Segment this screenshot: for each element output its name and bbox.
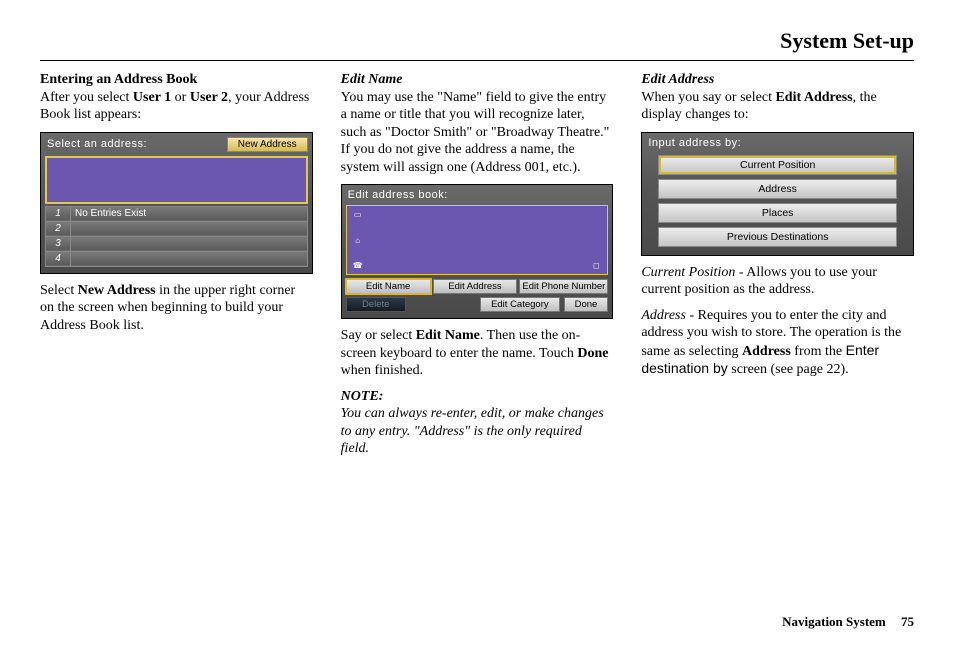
shot2-title: Edit address book: bbox=[346, 189, 448, 201]
delete-button: Delete bbox=[346, 297, 406, 312]
shot2-body: ▭ ⌂ ☎ ◻ bbox=[346, 205, 609, 275]
shot2-btns-row-1: Edit Name Edit Address Edit Phone Number bbox=[346, 279, 609, 294]
col1-heading: Entering an Address Book bbox=[40, 72, 197, 87]
shot1-row-1-num: 1 bbox=[46, 206, 71, 221]
col2-p2-b: Edit Name bbox=[416, 328, 480, 343]
shot1-row-3[interactable]: 3 bbox=[46, 236, 308, 251]
shot1-row-1-text: No Entries Exist bbox=[71, 206, 308, 221]
col2-note-label: NOTE: bbox=[341, 388, 614, 406]
shot1-row-3-num: 3 bbox=[46, 236, 71, 251]
screenshot-input-address-by: Input address by: Current Position Addre… bbox=[641, 132, 914, 256]
shot3-title-row: Input address by: bbox=[646, 137, 909, 149]
col3-p2-label: Current Position bbox=[641, 265, 735, 280]
shot2-btns-row-2: Delete Edit Category Done bbox=[346, 297, 609, 312]
shot1-row-4[interactable]: 4 bbox=[46, 251, 308, 266]
col1-p1-user1: User 1 bbox=[133, 90, 171, 105]
current-position-button[interactable]: Current Position bbox=[658, 155, 897, 175]
col3-p3-e: screen (see page 22). bbox=[728, 362, 849, 377]
page: System Set-up Entering an Address Book A… bbox=[0, 0, 954, 652]
edit-phone-number-button[interactable]: Edit Phone Number bbox=[519, 279, 608, 294]
shot1-list: 1 No Entries Exist 2 3 4 bbox=[45, 206, 308, 267]
page-title: System Set-up bbox=[40, 28, 914, 54]
footer-label: Navigation System bbox=[782, 614, 886, 629]
places-button[interactable]: Places bbox=[658, 203, 897, 223]
column-left: Entering an Address Book After you selec… bbox=[40, 71, 313, 466]
col1-heading-para: Entering an Address Book After you selec… bbox=[40, 71, 313, 124]
shot3-list: Current Position Address Places Previous… bbox=[646, 153, 909, 249]
shot2-icon-row-3: ☎ ◻ bbox=[353, 261, 602, 270]
col1-p2-a: Select bbox=[40, 283, 78, 298]
col3-p1: When you say or select Edit Address, the… bbox=[641, 89, 914, 124]
column-right: Edit Address When you say or select Edit… bbox=[641, 71, 914, 466]
address-button[interactable]: Address bbox=[658, 179, 897, 199]
col2-h1: Edit Name bbox=[341, 71, 614, 89]
shot1-row-2-text bbox=[71, 221, 308, 236]
col1-p1-or: or bbox=[171, 90, 190, 105]
horizontal-rule bbox=[40, 60, 914, 61]
shot2-icon-row-2: ⌂ bbox=[353, 236, 602, 245]
edit-category-button[interactable]: Edit Category bbox=[480, 297, 560, 312]
footer-page: 75 bbox=[901, 614, 914, 629]
record-icon: ◻ bbox=[591, 261, 601, 270]
col1-p2-b: New Address bbox=[78, 283, 156, 298]
tag-icon: ▭ bbox=[353, 210, 363, 219]
home-icon: ⌂ bbox=[353, 236, 363, 245]
col3-p3-label: Address bbox=[641, 308, 689, 323]
col2-p1: You may use the "Name" field to give the… bbox=[341, 89, 614, 177]
col3-h1: Edit Address bbox=[641, 71, 914, 89]
footer: Navigation System 75 bbox=[782, 614, 914, 630]
shot2-icon-row-1: ▭ bbox=[353, 210, 602, 219]
shot1-row-2[interactable]: 2 bbox=[46, 221, 308, 236]
col2-p2-d: Done bbox=[577, 346, 608, 361]
shot1-row-4-text bbox=[71, 251, 308, 266]
done-button[interactable]: Done bbox=[564, 297, 609, 312]
columns: Entering an Address Book After you selec… bbox=[40, 71, 914, 466]
shot1-title-row: Select an address: New Address bbox=[45, 137, 308, 152]
col3-p3: Address - Requires you to enter the city… bbox=[641, 307, 914, 379]
col3-p3-b: Address bbox=[742, 344, 791, 359]
col2-p2: Say or select Edit Name. Then use the on… bbox=[341, 327, 614, 380]
shot1-title: Select an address: bbox=[45, 138, 147, 150]
shot1-row-1[interactable]: 1 No Entries Exist bbox=[46, 206, 308, 221]
col3-p3-c: from the bbox=[791, 344, 846, 359]
screenshot-address-book-list: Select an address: New Address 1 No Entr… bbox=[40, 132, 313, 274]
screenshot-edit-address-book: Edit address book: ▭ ⌂ ☎ ◻ Edit Name bbox=[341, 184, 614, 319]
phone-icon: ☎ bbox=[353, 261, 363, 270]
col1-p1-user2: User 2 bbox=[190, 90, 228, 105]
shot3-title: Input address by: bbox=[646, 137, 741, 149]
new-address-button[interactable]: New Address bbox=[227, 137, 308, 152]
shot1-row-4-num: 4 bbox=[46, 251, 71, 266]
col2-p2-a: Say or select bbox=[341, 328, 416, 343]
col3-p2: Current Position - Allows you to use you… bbox=[641, 264, 914, 299]
col1-p2: Select New Address in the upper right co… bbox=[40, 282, 313, 335]
col1-p1-a: After you select bbox=[40, 90, 133, 105]
col3-p1-a: When you say or select bbox=[641, 90, 775, 105]
shot1-row-2-num: 2 bbox=[46, 221, 71, 236]
previous-destinations-button[interactable]: Previous Destinations bbox=[658, 227, 897, 247]
edit-address-button[interactable]: Edit Address bbox=[433, 279, 518, 294]
column-mid: Edit Name You may use the "Name" field t… bbox=[341, 71, 614, 466]
shot1-row-3-text bbox=[71, 236, 308, 251]
col2-note-body: You can always re-enter, edit, or make c… bbox=[341, 405, 614, 458]
col3-p1-b: Edit Address bbox=[775, 90, 852, 105]
shot1-selection-field[interactable] bbox=[45, 156, 308, 204]
col2-p2-e: when finished. bbox=[341, 363, 423, 378]
shot2-title-row: Edit address book: bbox=[346, 189, 609, 201]
edit-name-button[interactable]: Edit Name bbox=[346, 279, 431, 294]
spacer bbox=[410, 297, 476, 312]
